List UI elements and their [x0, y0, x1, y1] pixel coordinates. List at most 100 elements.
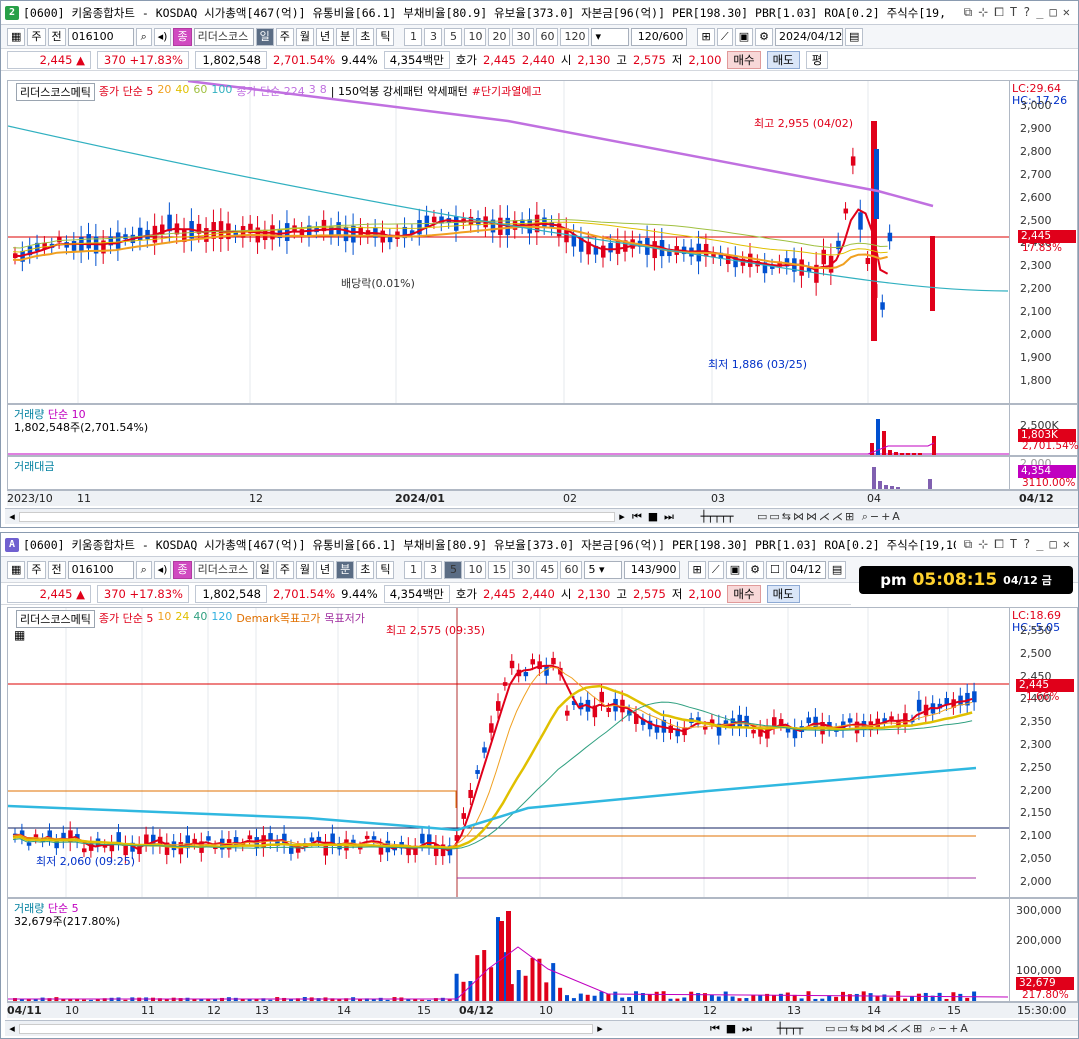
chart-scrollbar[interactable]: ◂ ▸ ⏮ ■ ⏭ ┼┬┬┬ ▭▭⇆⋈⋈⋌⋌⊞ ⌕−+A: [5, 1020, 1078, 1036]
search-icon[interactable]: ⌕: [135, 560, 152, 579]
link-icon[interactable]: ⧉: [964, 537, 973, 552]
next-icon[interactable]: ⏭: [661, 510, 677, 524]
legend-ma20[interactable]: 20: [157, 83, 171, 101]
minimize-icon[interactable]: _: [1036, 5, 1043, 20]
checkbox[interactable]: ☐: [765, 560, 784, 579]
interval-10[interactable]: 10: [464, 27, 487, 46]
settings-gear-icon[interactable]: ⚙: [746, 560, 764, 579]
font-icon[interactable]: T: [1010, 5, 1017, 20]
legend-weak-pattern[interactable]: 약세패턴: [427, 83, 467, 101]
close-icon[interactable]: ✕: [1063, 5, 1070, 20]
restore-icon[interactable]: ⧠: [994, 537, 1004, 552]
stock-name-field[interactable]: 리더스코스: [193, 27, 254, 46]
scroll-left-icon[interactable]: ◂: [5, 510, 19, 523]
tab-weekly[interactable]: 주: [275, 27, 294, 46]
legend-ma120[interactable]: 120: [211, 610, 232, 628]
price-panel[interactable]: 리더스코스메틱 종가 단순 5 20 40 60 100 종가 단순 224 3…: [7, 80, 1010, 404]
tab-minute[interactable]: 분: [336, 27, 355, 46]
stock-name-field[interactable]: 리더스코스: [193, 560, 254, 579]
scroll-left-icon[interactable]: ◂: [5, 1022, 19, 1035]
zoom-slider[interactable]: ┼┬┬┬┬: [677, 510, 757, 523]
buy-button[interactable]: 매수: [727, 50, 761, 69]
interval-45[interactable]: 45: [536, 560, 559, 579]
sell-button[interactable]: 매도: [766, 50, 800, 69]
next-icon[interactable]: ⏭: [739, 1022, 755, 1036]
interval-select[interactable]: ▾: [591, 27, 630, 46]
interval-10[interactable]: 10: [464, 560, 487, 579]
legend-demark-low[interactable]: 목표저가: [324, 610, 364, 628]
interval-3[interactable]: 3: [424, 560, 443, 579]
settings-gear-icon[interactable]: ⚙: [755, 27, 773, 46]
stock-code-input[interactable]: 016100: [67, 560, 134, 579]
stock-type-select[interactable]: 주: [27, 560, 46, 579]
draw-icon[interactable]: ⟋: [707, 560, 724, 579]
date-input[interactable]: 2024/04/12: [774, 27, 843, 46]
calendar-icon[interactable]: ▤: [844, 27, 864, 46]
legend-env-8[interactable]: 8: [320, 83, 327, 101]
tab-tick[interactable]: 틱: [376, 27, 395, 46]
date-input[interactable]: 04/12: [785, 560, 826, 579]
adjust-select[interactable]: 전: [47, 560, 66, 579]
scroll-right-icon[interactable]: ▸: [593, 1022, 607, 1035]
volume-panel[interactable]: 거래량 단순 5 32,679주(217.80%): [7, 898, 1010, 1002]
tab-minute[interactable]: 분: [336, 560, 355, 579]
maximize-icon[interactable]: □: [1050, 537, 1057, 552]
interval-60[interactable]: 60: [560, 560, 583, 579]
buy-button[interactable]: 매수: [727, 584, 761, 603]
interval-5[interactable]: 5: [444, 560, 463, 579]
interval-120[interactable]: 120: [560, 27, 590, 46]
first-icon[interactable]: ⏮: [629, 510, 645, 524]
interval-1[interactable]: 1: [404, 560, 423, 579]
maximize-icon[interactable]: □: [1050, 5, 1057, 20]
legend-alert[interactable]: #단기과열예고: [472, 83, 542, 101]
interval-5[interactable]: 5: [444, 27, 463, 46]
font-icon[interactable]: T: [1010, 537, 1017, 552]
save-icon[interactable]: ▣: [734, 27, 754, 46]
count-field[interactable]: 143/900: [624, 560, 681, 579]
pin-icon[interactable]: ⊹: [978, 537, 988, 552]
legend-stock-name[interactable]: 리더스코스메틱: [16, 83, 95, 101]
interval-60[interactable]: 60: [536, 27, 559, 46]
price-y-axis[interactable]: LC:18.69 HC:-5.05 2,550 2,500 2,450 2,400 2,…: [1010, 607, 1078, 898]
indicator-icon[interactable]: ⊞: [688, 560, 706, 579]
stop-icon[interactable]: ■: [723, 1022, 739, 1035]
indicator-icon[interactable]: ⊞: [697, 27, 715, 46]
legend-ma224[interactable]: 종가 단순 224: [236, 83, 304, 101]
first-icon[interactable]: ⏮: [707, 1022, 723, 1036]
legend-stock-name[interactable]: 리더스코스메틱: [16, 610, 95, 628]
tab-weekly[interactable]: 주: [275, 560, 294, 579]
save-icon[interactable]: ▣: [725, 560, 745, 579]
sell-button[interactable]: 매도: [766, 584, 800, 603]
table-icon[interactable]: ▦: [14, 628, 25, 642]
volume-panel[interactable]: 거래량 단순 10 1,802,548주(2,701.54%): [7, 404, 1010, 456]
tab-monthly[interactable]: 월: [295, 560, 314, 579]
tab-yearly[interactable]: 년: [315, 27, 335, 46]
tab-second[interactable]: 초: [356, 560, 375, 579]
legend-ma40[interactable]: 40: [175, 83, 189, 101]
legend-ma24[interactable]: 24: [175, 610, 189, 628]
interval-1[interactable]: 1: [404, 27, 423, 46]
search-icon[interactable]: ⌕: [135, 27, 152, 46]
scroll-right-icon[interactable]: ▸: [615, 510, 629, 523]
legend-demark-high[interactable]: Demark목표고가: [236, 610, 320, 628]
tab-monthly[interactable]: 월: [295, 27, 314, 46]
restore-icon[interactable]: ⧠: [994, 5, 1004, 20]
interval-15[interactable]: 15: [488, 560, 511, 579]
link-icon[interactable]: ⧉: [964, 5, 973, 20]
price-y-axis[interactable]: LC:29.64 HC:-17.26 3,000 2,900 2,800 2,700 2…: [1010, 80, 1078, 404]
speaker-icon[interactable]: ◂): [153, 560, 172, 579]
interval-select[interactable]: 5 ▾: [584, 560, 623, 579]
zoom-tools-icons[interactable]: ▭▭⇆⋈⋈⋌⋌⊞ ⌕−+A: [825, 1022, 985, 1036]
tab-daily[interactable]: 일: [255, 560, 274, 579]
draw-icon[interactable]: ⟋: [716, 27, 733, 46]
stock-code-input[interactable]: 016100: [67, 27, 134, 46]
legend-ma10[interactable]: 10: [157, 610, 171, 628]
amount-panel[interactable]: 거래대금: [7, 456, 1010, 490]
legend-ma60[interactable]: 60: [193, 83, 207, 101]
tab-daily[interactable]: 일: [255, 27, 274, 46]
close-icon[interactable]: ✕: [1063, 537, 1070, 552]
tab-second[interactable]: 초: [356, 27, 375, 46]
grid-icon[interactable]: ▦: [7, 27, 26, 46]
legend-ma5[interactable]: 종가 단순 5: [99, 83, 153, 101]
legend-ma5[interactable]: 종가 단순 5: [99, 610, 153, 628]
